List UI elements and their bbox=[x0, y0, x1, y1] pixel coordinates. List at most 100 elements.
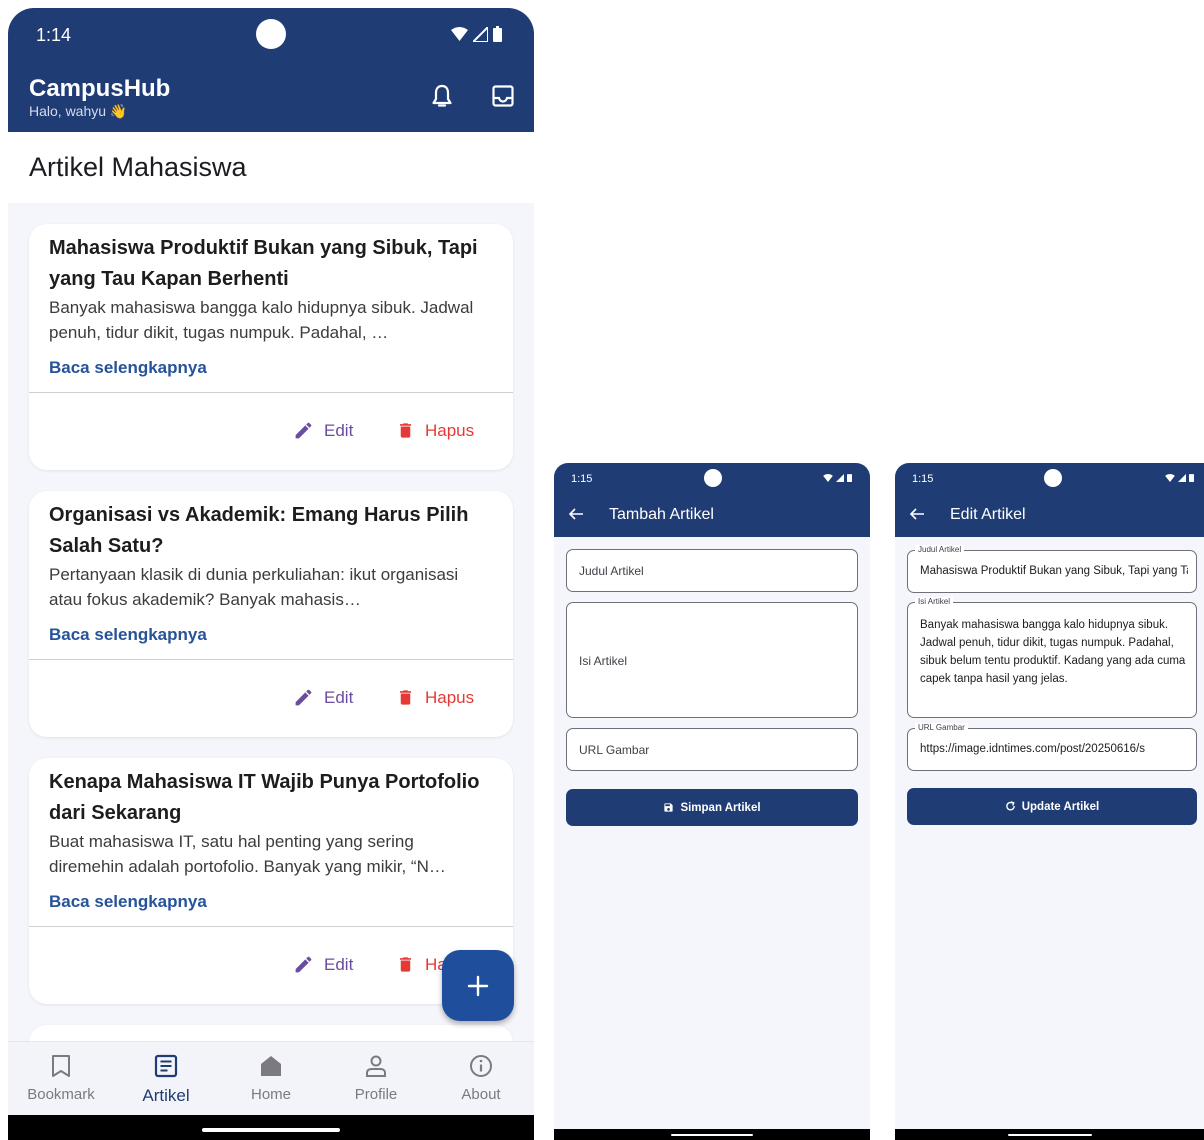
signal-icon bbox=[1178, 473, 1186, 482]
status-bar: 1:15 bbox=[554, 463, 870, 494]
main-phone-screen: 1:14 CampusHub Halo, wahyu 👋 Artikel Mah… bbox=[8, 8, 534, 1140]
status-icons bbox=[451, 26, 502, 42]
screen-title: Tambah Artikel bbox=[609, 506, 714, 523]
profile-icon bbox=[366, 1055, 386, 1077]
inbox-icon bbox=[492, 85, 514, 107]
status-time: 1:14 bbox=[36, 25, 72, 45]
plus-icon bbox=[467, 975, 489, 996]
update-article-button[interactable]: Update Artikel bbox=[907, 788, 1197, 825]
pencil-icon bbox=[295, 422, 312, 439]
back-arrow-icon[interactable] bbox=[568, 506, 584, 522]
home-indicator[interactable] bbox=[671, 1134, 753, 1136]
url-placeholder: URL Gambar bbox=[579, 743, 650, 757]
top-bar: Tambah Artikel bbox=[554, 494, 870, 537]
pencil-icon bbox=[295, 689, 312, 706]
status-time: 1:15 bbox=[912, 473, 934, 485]
article-title: Mahasiswa Produktif Bukan yang Sibuk, Ta… bbox=[49, 237, 478, 290]
article-excerpt: Buat mahasiswa IT, satu hal penting yang… bbox=[49, 832, 446, 876]
edit-button[interactable]: Edit bbox=[293, 954, 353, 975]
title-placeholder: Judul Artikel bbox=[579, 564, 644, 578]
edit-article-screen: 1:15 Edit Artikel Judul Artikel Mahasisw… bbox=[895, 463, 1204, 1140]
camera-cutout bbox=[256, 19, 286, 49]
page-header: Artikel Mahasiswa bbox=[8, 132, 534, 203]
bell-icon bbox=[432, 84, 452, 107]
status-time: 1:15 bbox=[571, 473, 593, 485]
bookmark-icon bbox=[52, 1055, 70, 1077]
trash-icon bbox=[399, 423, 412, 438]
content-placeholder: Isi Artikel bbox=[579, 654, 628, 668]
article-excerpt: Banyak mahasiswa bangga kalo hidupnya si… bbox=[49, 298, 474, 342]
read-more-link[interactable]: Baca selengkapnya bbox=[49, 625, 207, 645]
content-textarea[interactable]: Isi Artikel Banyak mahasiswa bangga kalo… bbox=[907, 597, 1197, 718]
article-icon bbox=[154, 1054, 178, 1078]
screen-title: Edit Artikel bbox=[950, 506, 1026, 523]
image-url-input[interactable]: URL Gambar https://image.idntimes.com/po… bbox=[907, 723, 1197, 771]
status-bar: 1:14 bbox=[8, 8, 534, 62]
edit-button[interactable]: Edit bbox=[293, 687, 353, 708]
edit-label: Edit bbox=[324, 687, 354, 707]
gesture-bar bbox=[895, 1129, 1204, 1140]
nav-label: Bookmark bbox=[27, 1086, 95, 1103]
camera-cutout bbox=[704, 469, 722, 487]
title-input[interactable]: Judul Artikel bbox=[566, 549, 858, 592]
delete-label: Hapus bbox=[425, 687, 475, 707]
nav-item-home[interactable]: Home bbox=[221, 1052, 321, 1103]
article-title: Kenapa Mahasiswa IT Wajib Punya Portofol… bbox=[49, 771, 480, 824]
page-title: Artikel Mahasiswa bbox=[29, 152, 247, 182]
read-more-link[interactable]: Baca selengkapnya bbox=[49, 892, 207, 912]
refresh-icon bbox=[1005, 801, 1015, 811]
card-divider bbox=[29, 392, 513, 393]
top-bar: Edit Artikel bbox=[895, 494, 1204, 537]
notification-button[interactable] bbox=[428, 82, 456, 110]
add-article-fab[interactable] bbox=[442, 950, 514, 1021]
edit-label: Edit bbox=[324, 954, 354, 974]
edit-button[interactable]: Edit bbox=[293, 420, 353, 441]
article-card[interactable] bbox=[29, 1025, 513, 1041]
url-value: https://image.idntimes.com/post/20250616… bbox=[920, 743, 1146, 755]
delete-button[interactable]: Hapus bbox=[396, 420, 474, 441]
title-label: Judul Artikel bbox=[915, 545, 965, 555]
trash-icon bbox=[399, 957, 412, 972]
trash-icon bbox=[399, 690, 412, 705]
card-divider bbox=[29, 926, 513, 927]
home-indicator[interactable] bbox=[202, 1128, 340, 1132]
card-divider bbox=[29, 659, 513, 660]
home-icon bbox=[261, 1056, 281, 1076]
inbox-button[interactable] bbox=[489, 82, 517, 110]
nav-label: Artikel bbox=[142, 1086, 190, 1105]
battery-icon bbox=[493, 26, 502, 42]
article-list[interactable]: Mahasiswa Produktif Bukan yang Sibuk, Ta… bbox=[8, 203, 534, 1041]
add-article-screen: 1:15 Tambah Artikel Judul Artikel Isi Ar… bbox=[554, 463, 870, 1140]
update-label: Update Artikel bbox=[1021, 800, 1100, 813]
bottom-navigation: Bookmark Artikel Home Profile About bbox=[8, 1041, 534, 1115]
nav-label: About bbox=[461, 1086, 501, 1103]
article-card[interactable]: Organisasi vs Akademik: Emang Harus Pili… bbox=[29, 491, 513, 737]
content-textarea[interactable]: Isi Artikel bbox=[566, 602, 858, 718]
back-arrow-icon[interactable] bbox=[909, 506, 925, 522]
signal-icon bbox=[473, 26, 488, 42]
article-excerpt: Pertanyaan klasik di dunia perkuliahan: … bbox=[49, 565, 459, 609]
wifi-icon bbox=[1165, 473, 1175, 482]
article-card[interactable]: Kenapa Mahasiswa IT Wajib Punya Portofol… bbox=[29, 758, 513, 1004]
save-article-button[interactable]: Simpan Artikel bbox=[566, 789, 858, 826]
delete-button[interactable]: Hapus bbox=[396, 687, 474, 708]
title-input[interactable]: Judul Artikel Mahasiswa Produktif Bukan … bbox=[907, 545, 1197, 593]
info-icon bbox=[470, 1055, 492, 1077]
camera-cutout bbox=[1044, 469, 1062, 487]
save-icon bbox=[664, 803, 674, 812]
nav-label: Home bbox=[250, 1086, 291, 1103]
home-indicator[interactable] bbox=[1008, 1134, 1092, 1136]
nav-item-bookmark[interactable]: Bookmark bbox=[11, 1052, 111, 1103]
pencil-icon bbox=[295, 956, 312, 973]
nav-label: Profile bbox=[354, 1086, 398, 1103]
nav-item-artikel[interactable]: Artikel bbox=[116, 1052, 216, 1106]
edit-label: Edit bbox=[324, 420, 354, 440]
status-icons bbox=[823, 473, 852, 482]
article-card[interactable]: Mahasiswa Produktif Bukan yang Sibuk, Ta… bbox=[29, 224, 513, 470]
nav-item-about[interactable]: About bbox=[431, 1052, 531, 1103]
image-url-input[interactable]: URL Gambar bbox=[566, 728, 858, 771]
read-more-link[interactable]: Baca selengkapnya bbox=[49, 358, 207, 378]
nav-item-profile[interactable]: Profile bbox=[326, 1052, 426, 1103]
delete-label: Hapus bbox=[425, 420, 475, 440]
content-value: Banyak mahasiswa bangga kalo hidupnya si… bbox=[920, 619, 1186, 685]
